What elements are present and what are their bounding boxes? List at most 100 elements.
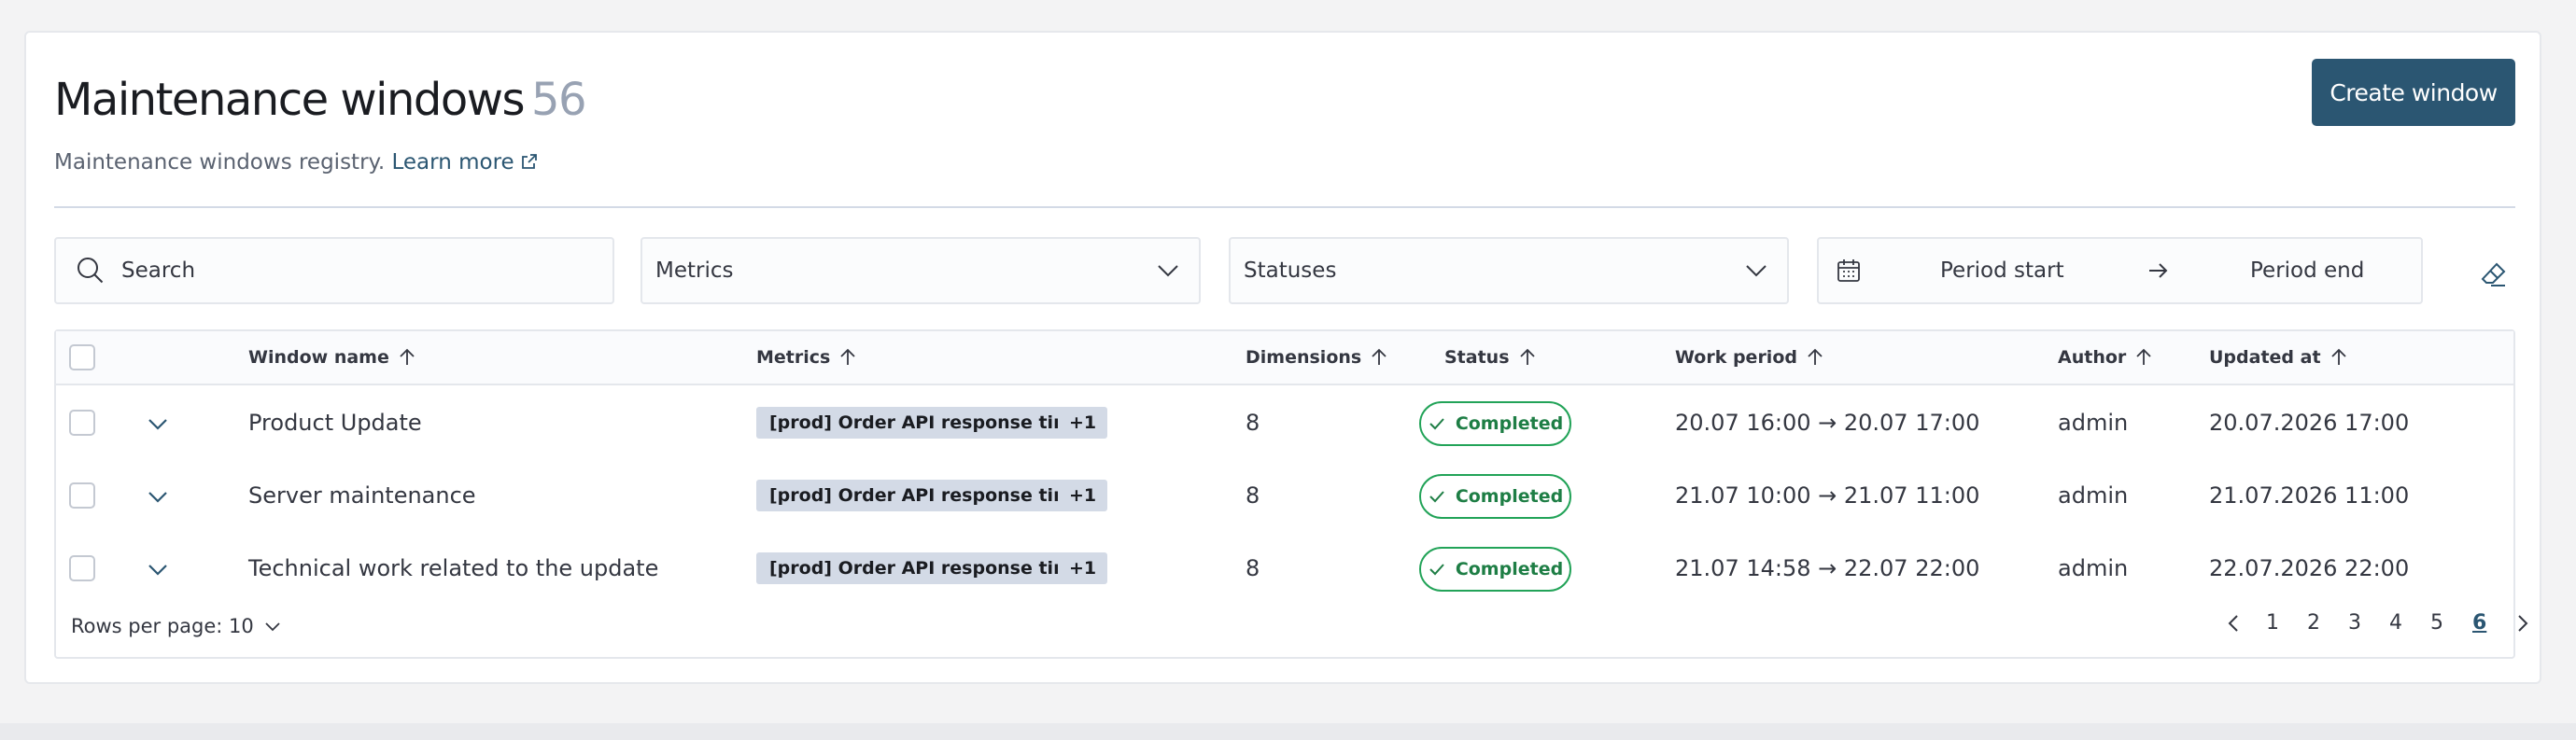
metrics-select[interactable]: Metrics	[640, 237, 1201, 304]
arrow-right-icon	[2149, 263, 2168, 278]
status-badge-label: Completed	[1455, 413, 1564, 434]
metric-more-tag[interactable]: +1	[1058, 480, 1108, 511]
column-updated-at[interactable]: Updated at	[2209, 347, 2349, 368]
create-window-button[interactable]: Create window	[2312, 59, 2515, 126]
arrow-up-icon	[400, 348, 415, 365]
next-page-icon[interactable]	[2512, 613, 2532, 634]
window-name-cell[interactable]: Technical work related to the update	[248, 555, 658, 581]
page-1-link[interactable]: 1	[2266, 611, 2279, 635]
page-title: Maintenance windows 56	[54, 74, 587, 126]
learn-more-link[interactable]: Learn more	[392, 150, 539, 175]
table-header: Window name Metrics Dimensions Status Wo…	[56, 331, 2513, 385]
work-period-cell: 21.07 14:58 → 22.07 22:00	[1675, 555, 1980, 581]
statuses-select[interactable]: Statuses	[1229, 237, 1789, 304]
check-icon	[1429, 564, 1444, 576]
column-dimensions[interactable]: Dimensions	[1246, 347, 1389, 368]
row-checkbox[interactable]	[69, 410, 95, 436]
search-icon	[77, 258, 104, 284]
dimensions-cell: 8	[1246, 410, 1260, 436]
chevron-down-icon[interactable]	[146, 484, 170, 509]
metric-more-tag[interactable]: +1	[1058, 552, 1108, 584]
status-badge: Completed	[1419, 474, 1571, 519]
column-window-name-label: Window name	[248, 347, 389, 368]
column-status[interactable]: Status	[1444, 347, 1538, 368]
check-icon	[1429, 418, 1444, 430]
learn-more-label: Learn more	[391, 150, 514, 175]
column-metrics[interactable]: Metrics	[756, 347, 858, 368]
description-text: Maintenance windows registry.	[54, 150, 386, 175]
metric-tag: [prod] Order API response time	[756, 480, 1097, 511]
chevron-down-icon	[265, 622, 280, 632]
column-author-label: Author	[2058, 347, 2127, 368]
window-name-cell[interactable]: Server maintenance	[248, 482, 476, 509]
status-badge-label: Completed	[1455, 486, 1564, 507]
check-icon	[1429, 491, 1444, 503]
previous-page-icon[interactable]	[2224, 613, 2245, 634]
eraser-icon[interactable]	[2480, 260, 2508, 288]
column-metrics-label: Metrics	[756, 347, 831, 368]
author-cell: admin	[2058, 410, 2129, 436]
column-work-period[interactable]: Work period	[1675, 347, 1825, 368]
status-badge: Completed	[1419, 547, 1571, 592]
arrow-up-icon	[1519, 348, 1535, 365]
page-3-link[interactable]: 3	[2348, 611, 2361, 635]
arrow-up-icon	[840, 348, 855, 365]
table-row[interactable]: Product Update [prod] Order API response…	[56, 387, 2513, 460]
external-link-icon	[521, 154, 537, 169]
page-2-link[interactable]: 2	[2307, 611, 2320, 635]
period-end-input[interactable]: Period end	[2250, 258, 2364, 283]
dimensions-cell: 8	[1246, 555, 1260, 581]
search-input[interactable]	[121, 258, 570, 283]
arrow-up-icon	[1372, 348, 1387, 365]
window-name-cell[interactable]: Product Update	[248, 410, 422, 436]
metric-more-tag[interactable]: +1	[1058, 407, 1108, 439]
metric-tag: [prod] Order API response time	[756, 552, 1097, 584]
author-cell: admin	[2058, 482, 2129, 509]
page-5-link[interactable]: 5	[2430, 611, 2443, 635]
chevron-down-icon[interactable]	[146, 412, 170, 436]
chevron-down-icon	[1158, 265, 1178, 277]
select-all-checkbox[interactable]	[69, 344, 95, 370]
header-divider	[54, 206, 2515, 208]
rows-per-page-select[interactable]: Rows per page: 10	[71, 615, 282, 637]
updated-at-cell: 22.07.2026 22:00	[2209, 555, 2410, 581]
windows-count: 56	[531, 74, 587, 126]
calendar-icon	[1837, 259, 1860, 282]
column-work-period-label: Work period	[1675, 347, 1797, 368]
column-dimensions-label: Dimensions	[1246, 347, 1362, 368]
page-description: Maintenance windows registry. Learn more	[54, 150, 539, 175]
statuses-select-label: Statuses	[1244, 258, 1337, 283]
rows-per-page-label: Rows per page: 10	[71, 615, 254, 637]
table-row[interactable]: Server maintenance [prod] Order API resp…	[56, 460, 2513, 533]
column-window-name[interactable]: Window name	[248, 347, 417, 368]
metrics-select-label: Metrics	[655, 258, 734, 283]
arrow-up-icon	[2136, 348, 2151, 365]
column-updated-at-label: Updated at	[2209, 347, 2321, 368]
row-checkbox[interactable]	[69, 555, 95, 581]
work-period-cell: 21.07 10:00 → 21.07 11:00	[1675, 482, 1980, 509]
chevron-down-icon[interactable]	[146, 557, 170, 581]
dimensions-cell: 8	[1246, 482, 1260, 509]
page-title-text: Maintenance windows	[54, 74, 526, 126]
arrow-up-icon	[1808, 348, 1823, 365]
arrow-up-icon	[2330, 348, 2346, 365]
row-checkbox[interactable]	[69, 482, 95, 509]
maintenance-windows-panel: Maintenance windows 56 Maintenance window…	[24, 31, 2541, 684]
page-bottom-bar	[0, 723, 2576, 740]
page-4-link[interactable]: 4	[2389, 611, 2402, 635]
work-period-cell: 20.07 16:00 → 20.07 17:00	[1675, 410, 1980, 436]
updated-at-cell: 21.07.2026 11:00	[2209, 482, 2410, 509]
page-6-link[interactable]: 6	[2472, 611, 2486, 635]
author-cell: admin	[2058, 555, 2129, 581]
maintenance-windows-table: Window name Metrics Dimensions Status Wo…	[54, 329, 2528, 659]
column-author[interactable]: Author	[2058, 347, 2154, 368]
column-status-label: Status	[1444, 347, 1510, 368]
period-start-input[interactable]: Period start	[1940, 258, 2064, 283]
search-field[interactable]	[54, 237, 614, 304]
chevron-down-icon	[1746, 265, 1767, 277]
status-badge-label: Completed	[1455, 559, 1564, 579]
period-date-range[interactable]: Period start Period end	[1817, 237, 2423, 304]
metric-tag: [prod] Order API response time	[756, 407, 1097, 439]
table-row[interactable]: Technical work related to the update [pr…	[56, 533, 2513, 606]
status-badge: Completed	[1419, 401, 1571, 446]
